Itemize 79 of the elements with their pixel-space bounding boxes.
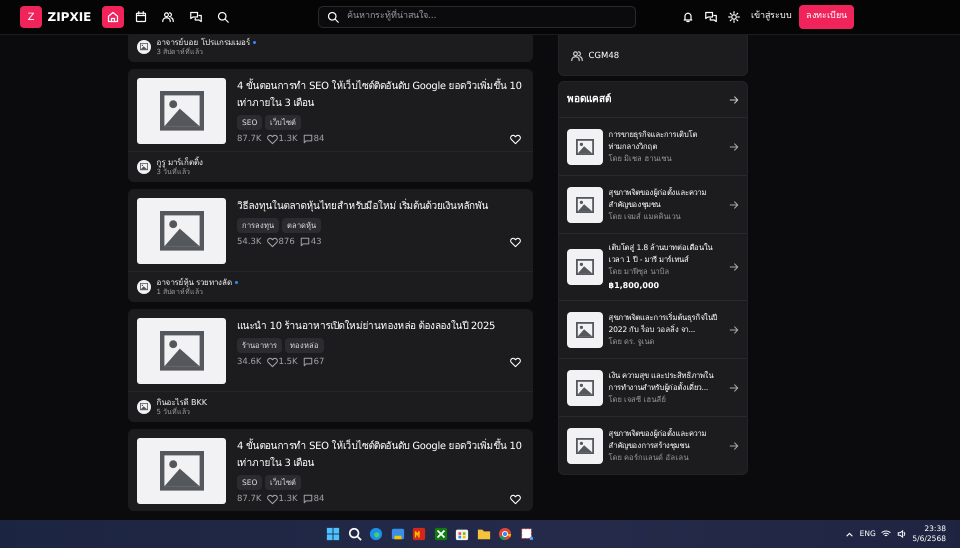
chat-icon[interactable] [705, 11, 717, 23]
avatar-icon [137, 40, 151, 54]
heart-icon [267, 356, 278, 368]
food-app-icon[interactable] [411, 526, 427, 542]
image-placeholder-icon [576, 438, 594, 454]
section-title: พอดแคสต์ [567, 92, 611, 108]
community-card[interactable]: CGM48 [558, 35, 748, 76]
image-placeholder-icon [576, 322, 594, 338]
image-placeholder-icon [160, 211, 204, 251]
comment-icon [303, 357, 314, 368]
arrow-right-icon[interactable] [729, 94, 739, 105]
arrow-right-icon [729, 262, 739, 272]
image-placeholder-icon [576, 196, 594, 213]
like-button-icon[interactable] [510, 236, 521, 248]
arrow-right-icon [729, 142, 739, 152]
avatar-icon [137, 400, 151, 414]
register-button[interactable]: ลงทะเบียน [799, 5, 854, 29]
view-count: 87.7K [237, 492, 262, 506]
like-button-icon[interactable] [510, 356, 521, 368]
image-placeholder-icon [160, 331, 204, 371]
game-app-icon[interactable] [432, 526, 448, 542]
like-count: 1.5K [278, 356, 298, 368]
like-count: 1.3K [278, 132, 298, 146]
volume-icon[interactable] [896, 529, 907, 539]
comment-count: 84 [314, 492, 324, 506]
like-count: 1.3K [278, 492, 298, 506]
login-link[interactable]: เข้าสู่ระบบ [751, 10, 792, 24]
comment-icon [303, 134, 314, 144]
arrow-right-icon [729, 324, 739, 335]
search-field[interactable]: ค้นหากระทู้ที่น่าสนใจ... [318, 6, 636, 28]
home-nav-icon[interactable] [102, 6, 124, 28]
post-title[interactable]: แนะนำ 10 ร้านอาหารเปิดใหม่ย่านทองหล่อ ต้องลองในปี 2025 [237, 318, 523, 335]
podcast-price: ฿1,800,000 [608, 280, 660, 292]
arrow-right-icon [729, 440, 739, 451]
image-placeholder-icon [576, 259, 594, 276]
image-placeholder-icon [576, 138, 594, 155]
comment-count: 43 [310, 236, 322, 248]
search-icon [327, 11, 340, 23]
image-placeholder-icon [576, 380, 594, 396]
arrow-right-icon [729, 382, 739, 393]
snipping-tool-icon[interactable] [518, 526, 534, 542]
author-name[interactable]: กินอะไรดี BKK [156, 398, 208, 408]
avatar-icon [137, 280, 151, 294]
author-name[interactable]: กูรู มาร์เก็ตติ้ง [156, 158, 204, 168]
search-icon[interactable] [346, 526, 362, 542]
view-count: 34.6K [237, 356, 262, 368]
author-name[interactable]: อาจารย์หุ้น รวยทางลัด [156, 278, 232, 288]
comment-icon [303, 494, 314, 504]
comment-icon [300, 237, 310, 248]
view-count: 54.3K [237, 236, 262, 248]
browser-icon[interactable] [497, 526, 513, 542]
browser-icon[interactable] [368, 526, 384, 542]
logo-icon[interactable]: Z [20, 6, 42, 28]
heart-icon [267, 236, 278, 248]
post-title[interactable]: 4 ขั้นตอนการทำ SEO ให้เว็บไซต์ติดอันดับ Google ยอดวิวเพิ่มขึ้น 10 เท่าภายใน 3 เดือน [237, 78, 523, 112]
comment-count: 67 [314, 356, 324, 368]
post-title[interactable]: วิธีลงทุนในตลาดหุ้นไทยสำหรับมือใหม่ เริ่มต้นด้วยเงินหลักพัน [237, 198, 523, 215]
image-placeholder-icon [160, 91, 204, 131]
comment-count: 84 [314, 132, 324, 146]
like-button-icon[interactable] [510, 494, 521, 505]
theme-toggle-icon[interactable] [728, 11, 740, 23]
search-input[interactable]: ค้นหากระทู้ที่น่าสนใจ... [344, 9, 628, 25]
like-button-icon[interactable] [510, 134, 521, 145]
community-name[interactable]: CGM48 [588, 50, 620, 63]
heart-icon [267, 134, 278, 145]
heart-icon [267, 494, 278, 505]
wifi-icon[interactable] [881, 529, 892, 539]
bell-icon[interactable] [682, 11, 694, 23]
photo-app-icon[interactable] [390, 526, 406, 542]
start-icon[interactable] [325, 526, 341, 542]
brand-name[interactable]: ZIPXIE [48, 8, 92, 26]
image-placeholder-icon [160, 451, 204, 491]
post-title[interactable]: 4 ขั้นตอนการทำ SEO ให้เว็บไซต์ติดอันดับ Google ยอดวิวเพิ่มขึ้น 10 เท่าภายใน 3 เดือน [237, 438, 523, 472]
arrow-right-icon [729, 200, 739, 210]
people-icon [571, 50, 583, 62]
like-count: 876 [278, 236, 295, 248]
view-count: 87.7K [237, 132, 262, 146]
avatar-icon [137, 160, 151, 174]
author-name[interactable]: อาจารย์บอย โปรแกรมเมอร์ [156, 38, 250, 48]
